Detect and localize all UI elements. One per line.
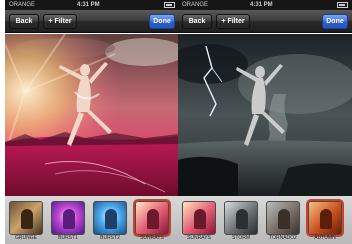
- carrier-label: ORANGE: [9, 2, 36, 8]
- status-bar: ORANGE 4:31 PM: [178, 0, 352, 10]
- thumb-figure: [21, 209, 33, 229]
- filter-thumb-storm[interactable]: [224, 201, 258, 235]
- filter-label: TORNADO2: [269, 235, 297, 241]
- filter-strip: GRUNGE BURST1 BURST2 SUNRAYS: [5, 196, 179, 244]
- battery-icon: [337, 2, 348, 8]
- filter-label: BURST1: [58, 235, 78, 241]
- battery-icon: [164, 2, 175, 8]
- thumb-figure: [63, 209, 75, 229]
- thumb-figure: [278, 209, 290, 229]
- photo-preview: [178, 34, 352, 196]
- filter-thumb-sunrays[interactable]: [135, 201, 169, 235]
- filter-thumb-tornado2[interactable]: [266, 201, 300, 235]
- thumb-figure: [194, 209, 206, 229]
- filter-label: STORM: [232, 235, 250, 241]
- filter-thumb-grunge[interactable]: [9, 201, 43, 235]
- filter-button[interactable]: + Filter: [216, 14, 250, 29]
- carrier-label: ORANGE: [182, 2, 209, 8]
- filter-thumb-sunrays[interactable]: [182, 201, 216, 235]
- phone-screen-left: ORANGE 4:31 PM Back + Filter Done GRUNGE…: [5, 0, 179, 244]
- filter-label: GRUNGE: [15, 235, 37, 241]
- back-button[interactable]: Back: [182, 14, 212, 29]
- thumb-figure: [236, 209, 248, 229]
- photo-preview: [5, 34, 179, 196]
- filter-label: SUNRAYS: [140, 235, 164, 241]
- filter-thumb-autumn[interactable]: [308, 201, 342, 235]
- done-button[interactable]: Done: [149, 14, 175, 29]
- done-button[interactable]: Done: [322, 14, 348, 29]
- filter-button[interactable]: + Filter: [43, 14, 77, 29]
- clock-label: 4:31 PM: [77, 2, 100, 8]
- filter-label: AUTUMN: [314, 235, 336, 241]
- filter-strip: SUNRAYS STORM TORNADO2 AUTUMN: [178, 196, 352, 244]
- filter-thumb-burst2[interactable]: [93, 201, 127, 235]
- filter-label: SUNRAYS: [187, 235, 211, 241]
- phone-screen-right: ORANGE 4:31 PM Back + Filter Done SUNRAY…: [178, 0, 352, 244]
- back-button[interactable]: Back: [9, 14, 39, 29]
- filter-label: BURST2: [100, 235, 120, 241]
- thumb-figure: [105, 209, 117, 229]
- filter-thumb-burst1[interactable]: [51, 201, 85, 235]
- nav-bar: Back + Filter Done: [5, 10, 179, 33]
- nav-bar: Back + Filter Done: [178, 10, 352, 33]
- thumb-figure: [320, 209, 332, 229]
- clock-label: 4:31 PM: [250, 2, 273, 8]
- status-bar: ORANGE 4:31 PM: [5, 0, 179, 10]
- thumb-figure: [147, 209, 159, 229]
